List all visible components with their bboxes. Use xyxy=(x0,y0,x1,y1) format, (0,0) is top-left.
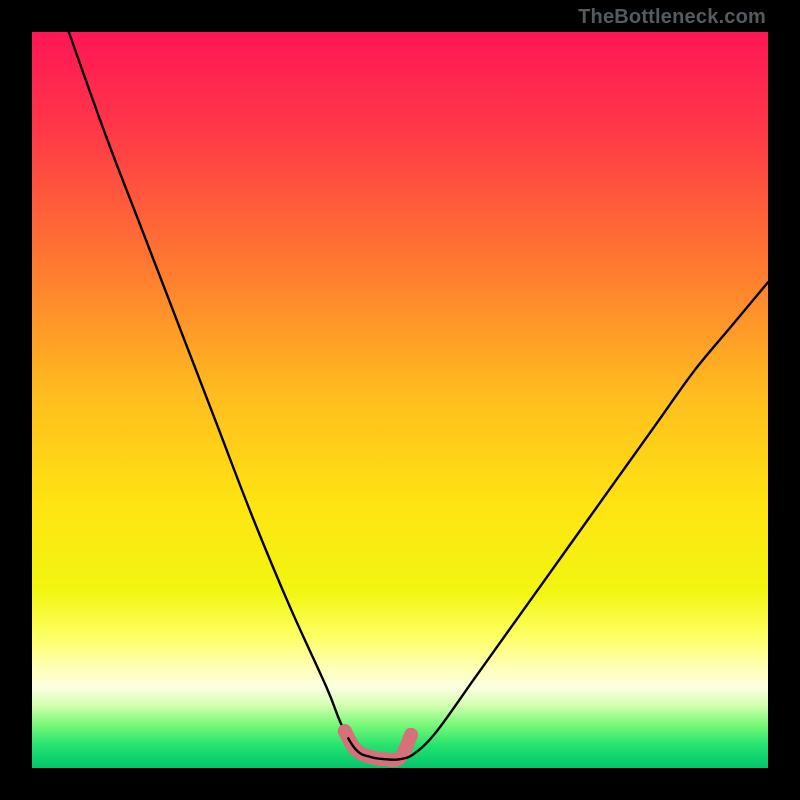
chart-plot-area xyxy=(32,32,768,768)
chart-stage: TheBottleneck.com xyxy=(0,0,800,800)
chart-background-gradient xyxy=(32,32,768,768)
chart-svg xyxy=(32,32,768,768)
watermark-text: TheBottleneck.com xyxy=(578,6,766,29)
optimal-band-end-dot xyxy=(404,728,418,742)
optimal-band-end-dot xyxy=(338,724,352,738)
